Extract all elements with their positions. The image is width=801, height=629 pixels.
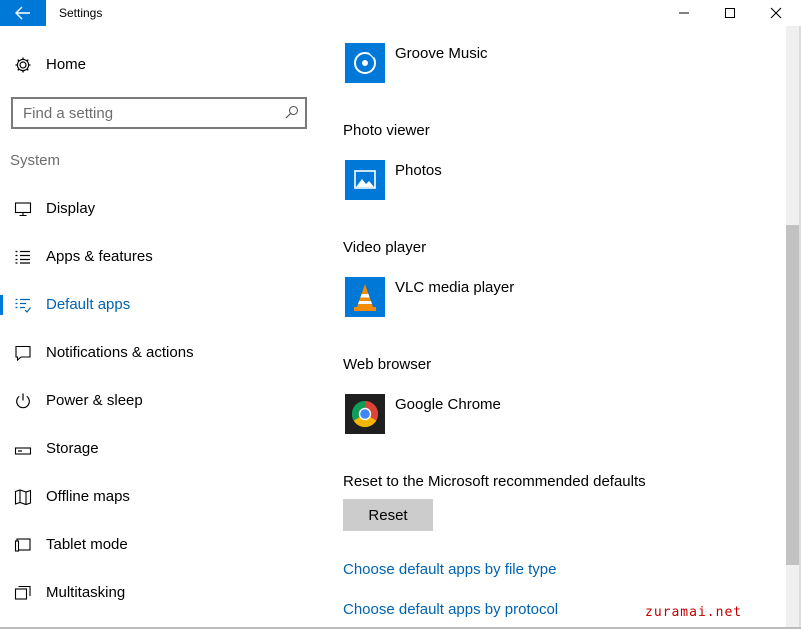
search-icon[interactable] [285, 105, 299, 119]
search-input[interactable] [23, 103, 273, 123]
nav-item-storage[interactable]: Storage [0, 434, 330, 464]
chrome-tile[interactable] [345, 394, 385, 434]
web-browser-heading: Web browser [343, 356, 432, 373]
reset-button[interactable]: Reset [343, 499, 433, 531]
nav-home[interactable]: Home [0, 50, 330, 80]
watermark: zuramai.net [645, 605, 743, 620]
vlc-tile[interactable] [345, 277, 385, 317]
chrome-icon [351, 400, 379, 428]
active-indicator [0, 295, 3, 315]
video-player-heading: Video player [343, 239, 427, 256]
nav-item-power-sleep[interactable]: Power & sleep [0, 386, 330, 416]
nav-item-label: Storage [46, 440, 99, 457]
nav-home-label: Home [46, 56, 87, 73]
storage-icon [14, 447, 32, 455]
back-button[interactable] [0, 0, 46, 26]
nav-item-label: Notifications & actions [46, 344, 194, 361]
default-music-app[interactable]: Groove Music [395, 45, 488, 62]
nav-item-apps-features[interactable]: Apps & features [0, 242, 330, 272]
default-browser-app[interactable]: Google Chrome [395, 396, 501, 413]
tablet-icon [14, 538, 31, 552]
nav-item-label: Power & sleep [46, 392, 143, 409]
groove-music-tile[interactable] [345, 43, 385, 83]
maximize-button[interactable] [707, 0, 753, 26]
nav-item-offline-maps[interactable]: Offline maps [0, 482, 330, 512]
nav-item-notifications[interactable]: Notifications & actions [0, 338, 330, 368]
close-button[interactable] [753, 0, 799, 26]
nav-item-label: Apps & features [46, 248, 153, 265]
nav-item-default-apps[interactable]: Default apps [0, 290, 330, 320]
groove-music-icon [354, 50, 377, 74]
list-icon [15, 250, 30, 264]
minimize-button[interactable] [661, 0, 707, 26]
photos-tile[interactable] [345, 160, 385, 200]
nav-item-display[interactable]: Display [0, 194, 330, 224]
notification-icon [15, 345, 31, 362]
photo-viewer-heading: Photo viewer [343, 122, 430, 139]
power-icon [16, 393, 30, 409]
monitor-icon [14, 202, 32, 217]
nav-item-tablet-mode[interactable]: Tablet mode [0, 530, 330, 560]
reset-description: Reset to the Microsoft recommended defau… [343, 473, 646, 490]
multitasking-icon [14, 585, 31, 600]
file-type-link[interactable]: Choose default apps by file type [343, 561, 556, 578]
nav-item-label: Multitasking [46, 584, 126, 601]
search-box[interactable] [11, 97, 307, 129]
window-title: Settings [59, 6, 103, 20]
nav-item-label: Default apps [46, 296, 131, 313]
vlc-icon [354, 284, 376, 311]
minimize-icon [679, 12, 689, 14]
map-icon [14, 489, 32, 506]
protocol-link[interactable]: Choose default apps by protocol [343, 601, 558, 618]
section-heading: System [10, 152, 61, 169]
nav-item-multitasking[interactable]: Multitasking [0, 578, 330, 608]
title-bar: Settings [0, 0, 801, 26]
default-apps-icon [15, 298, 31, 313]
maximize-icon [725, 8, 735, 18]
back-arrow-icon [15, 6, 30, 20]
close-icon [770, 7, 782, 19]
default-photo-app[interactable]: Photos [395, 162, 442, 179]
default-video-app[interactable]: VLC media player [395, 279, 514, 296]
photos-icon [354, 170, 376, 189]
gear-icon [15, 57, 31, 73]
nav-item-label: Tablet mode [46, 536, 128, 553]
nav-item-label: Display [46, 200, 96, 217]
nav-item-label: Offline maps [46, 488, 130, 505]
